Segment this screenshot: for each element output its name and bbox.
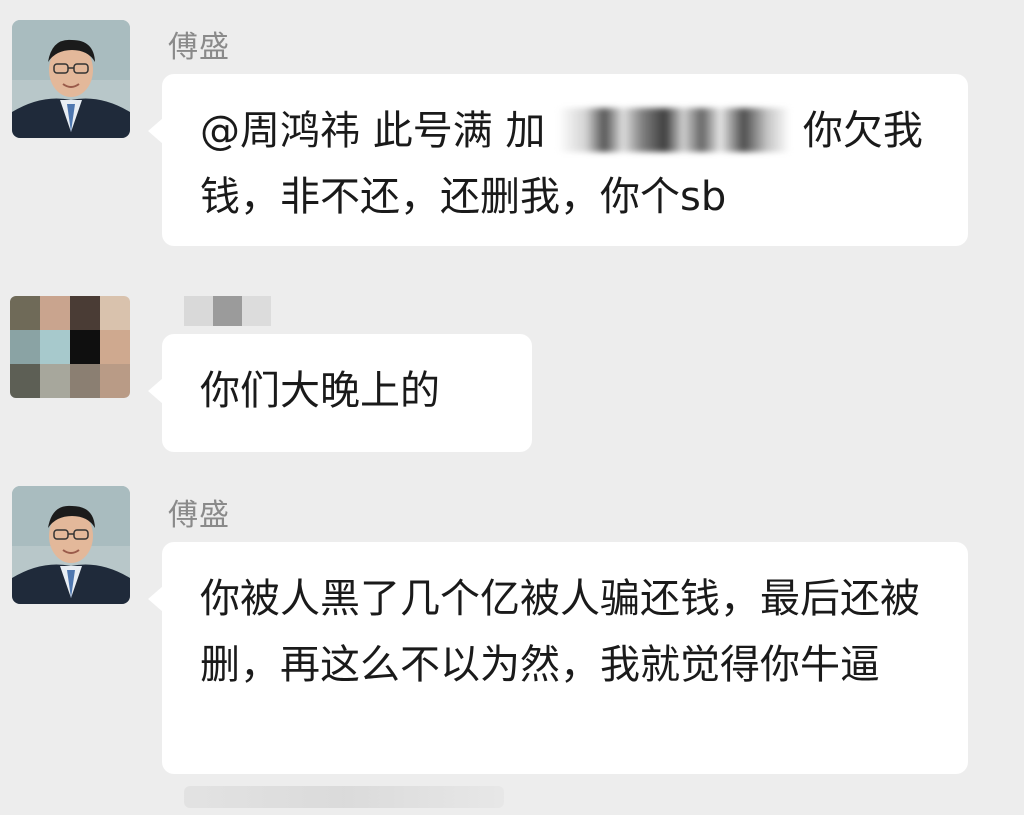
message-bubble[interactable]: @周鸿祎 此号满 加 你欠我钱，非不还，还删我，你个sb [148,74,968,246]
avatar-icon[interactable] [12,486,130,604]
message-bubble[interactable]: 你被人黑了几个亿被人骗还钱，最后还被删，再这么不以为然，我就觉得你牛逼 [148,542,968,774]
pixelated-avatar-icon[interactable] [10,296,130,398]
chat-window: 傅盛 @周鸿祎 此号满 加 你欠我钱，非不还，还删我，你个sb 你们大晚上的 傅… [0,0,1024,815]
sender-name: 傅盛 [168,498,230,533]
cropped-next-message [184,786,504,808]
message-text: 你们大晚上的 [200,368,440,414]
sender-name: 傅盛 [168,30,230,65]
message-bubble[interactable]: 你们大晚上的 [148,334,532,452]
message-text: 你被人黑了几个亿被人骗还钱，最后还被删，再这么不以为然，我就觉得你牛逼 [200,576,920,688]
person-avatar-icon [12,486,130,604]
message-text: @周鸿祎 此号满 加 [200,108,559,154]
person-avatar-icon [12,20,130,138]
pixelated-sender-name [184,296,271,326]
avatar-icon[interactable] [12,20,130,138]
redacted-text [558,108,791,152]
